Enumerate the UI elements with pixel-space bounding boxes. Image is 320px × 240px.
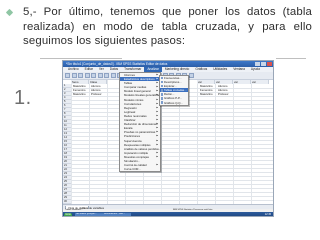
- bullet-marker: [5, 8, 14, 17]
- menu-item[interactable]: Utilidades: [210, 67, 230, 72]
- toolbar-button[interactable]: [84, 73, 90, 78]
- window-titlebar: *Sin título1 [Conjunto_de_datos0] - IBM …: [63, 61, 273, 67]
- grid-column-line: [89, 80, 90, 204]
- analyze-menu-item[interactable]: Curva COR...: [120, 167, 160, 171]
- grid-row-line: [71, 164, 273, 165]
- cell-sexo[interactable]: Masculino: [73, 92, 86, 96]
- maximize-button[interactable]: [261, 62, 266, 66]
- grid-row-line: [71, 148, 273, 149]
- taskbar-item-spss[interactable]: Sin título1 [Conjun...: [75, 212, 103, 216]
- column-header[interactable]: var: [251, 80, 269, 84]
- column-header[interactable]: var: [233, 80, 251, 84]
- grid-row-line: [71, 128, 273, 129]
- menu-item-label: Gráficos Q-Q...: [164, 100, 183, 105]
- grid-row-line: [71, 160, 273, 161]
- grid-column-line: [107, 80, 108, 204]
- menu-item-icon: [160, 76, 164, 80]
- window-title: *Sin título1 [Conjunto_de_datos0] - IBM …: [66, 62, 168, 66]
- descriptives-menu-item[interactable]: Gráficos Q-Q...: [160, 101, 188, 105]
- menu-item[interactable]: Editar: [82, 67, 96, 72]
- cell-var[interactable]: Profesor: [218, 92, 229, 96]
- instruction-text: 5,- Por último, tenemos que poner los da…: [23, 6, 312, 47]
- descriptives-submenu: Frecuencias... Descriptivos... Explorar...…: [159, 75, 189, 106]
- toolbar-button[interactable]: [97, 73, 103, 78]
- menu-item[interactable]: Ver: [96, 67, 107, 72]
- menu-item[interactable]: Marketing directo: [162, 67, 192, 72]
- grid-column-line: [251, 80, 252, 204]
- grid-row-line: [71, 144, 273, 145]
- toolbar-button[interactable]: [188, 73, 194, 78]
- grid-row-line: [71, 136, 273, 137]
- grid-row-line: [71, 188, 273, 189]
- menu-item-icon: [160, 80, 164, 84]
- grid-row-line: [71, 156, 273, 157]
- grid-column-line: [233, 80, 234, 204]
- menu-item[interactable]: Gráficos: [192, 67, 210, 72]
- divider-line-right: [276, 58, 306, 59]
- menu-item-icon: [160, 89, 164, 92]
- grid-row-line: [71, 152, 273, 153]
- menu-item-icon: [160, 101, 164, 104]
- grid-column-line: [197, 80, 198, 204]
- grid-row-line: [71, 116, 273, 117]
- menu-item-icon: [160, 93, 164, 96]
- grid-row-line: [71, 196, 273, 197]
- grid-row-line: [71, 120, 273, 121]
- grid-row-line: [71, 180, 273, 181]
- taskbar-clock: 12:45: [264, 213, 271, 216]
- analyze-menu: Informes ▶ Estadísticos descriptivos ▶ Tabla…: [119, 72, 163, 173]
- toolbar-button[interactable]: [91, 73, 96, 78]
- grid-column-line: [215, 80, 216, 204]
- grid-row-line: [71, 176, 273, 177]
- spss-screenshot: *Sin título1 [Conjunto_de_datos0] - IBM …: [62, 60, 274, 217]
- menu-item[interactable]: Ventana: [230, 67, 248, 72]
- grid-row-line: [71, 168, 273, 169]
- instruction-block: 5,- Por último, tenemos que poner los da…: [5, 5, 312, 49]
- grid-row-line: [71, 172, 273, 173]
- taskbar-item-word[interactable]: Documento1 - Micr...: [103, 212, 131, 216]
- menu-item-label: Curva COR...: [124, 167, 141, 172]
- close-button[interactable]: [267, 62, 272, 66]
- toolbar-button[interactable]: [104, 73, 109, 78]
- minimize-button[interactable]: [255, 62, 260, 66]
- grid-row-line: [71, 108, 273, 109]
- start-button[interactable]: Inicio: [64, 212, 72, 216]
- menu-item[interactable]: Ayuda: [248, 67, 263, 72]
- toolbar-button[interactable]: [78, 73, 83, 78]
- menu-item-icon: [160, 84, 164, 88]
- menu-bar: Archivo Editar Ver Datos Transformar Analizar…: [63, 67, 273, 72]
- grid-row-line: [71, 124, 273, 125]
- cell-var[interactable]: Masculino: [200, 92, 213, 96]
- toolbar-button[interactable]: [71, 73, 77, 78]
- grid-column-line: [71, 80, 72, 204]
- step-number: 1.: [14, 87, 32, 109]
- cell-clase[interactable]: Profesor: [91, 92, 102, 96]
- grid-row-line: [71, 200, 273, 201]
- grid-row-line: [71, 112, 273, 113]
- menu-item-icon: [160, 97, 164, 100]
- taskbar: Inicio Sin título1 [Conjun... Documento1…: [63, 212, 273, 216]
- toolbar-button[interactable]: [65, 73, 70, 78]
- divider-line-left: [40, 58, 122, 59]
- menu-item[interactable]: Archivo: [65, 67, 82, 72]
- grid-row-line: [71, 140, 273, 141]
- grid-row-line: [71, 192, 273, 193]
- grid-row-line: [71, 184, 273, 185]
- toolbar-button[interactable]: [110, 73, 116, 78]
- grid-row-line: [71, 132, 273, 133]
